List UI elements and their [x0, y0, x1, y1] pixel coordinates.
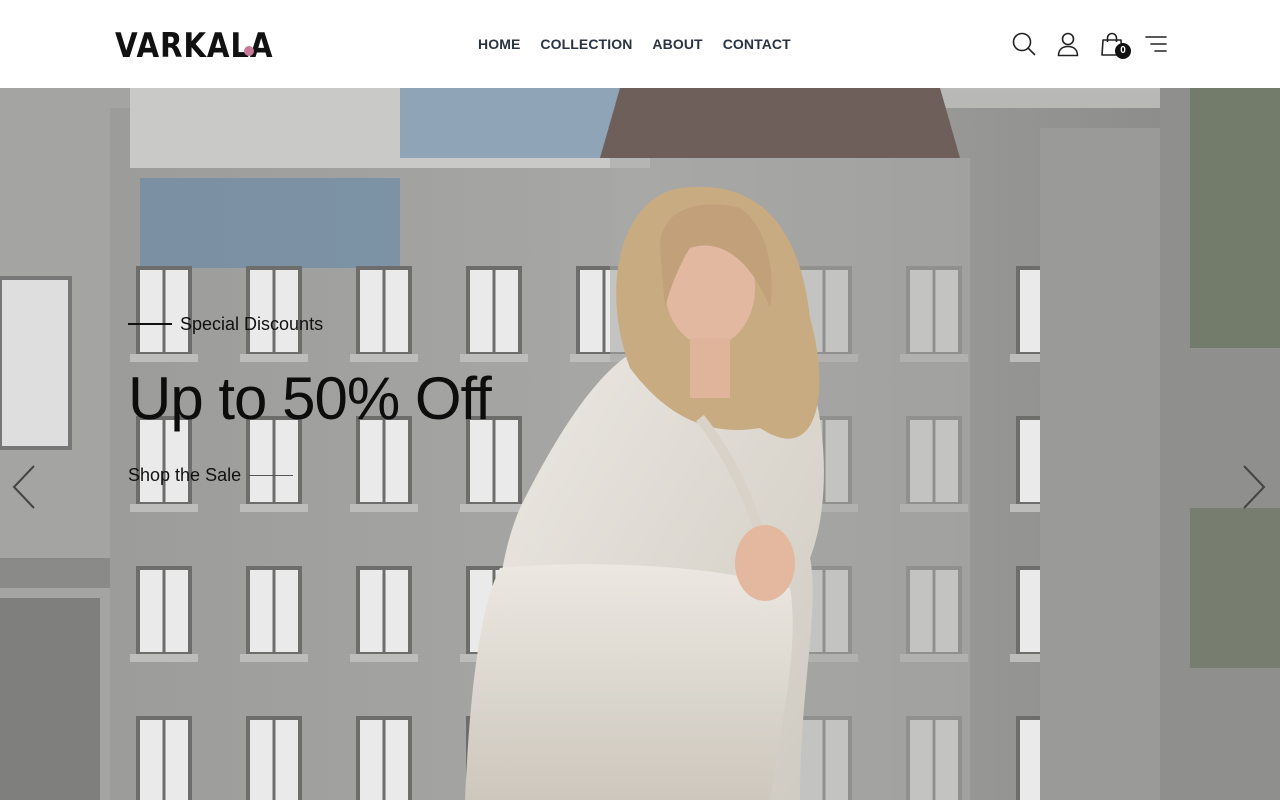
cta-line [249, 474, 294, 476]
nav-item-about[interactable]: ABOUT [642, 33, 712, 55]
hero-headline: Up to 50% Off [128, 365, 492, 432]
nav-item-home[interactable]: HOME [468, 33, 530, 55]
menu-button[interactable] [1140, 28, 1172, 60]
hero-content: Special Discounts Up to 50% Off Shop the… [128, 88, 728, 800]
hero-eyebrow: Special Discounts [128, 312, 323, 336]
account-button[interactable] [1052, 28, 1084, 60]
search-icon [1012, 32, 1036, 56]
slider-next-button[interactable] [1240, 462, 1270, 512]
brand-dot [244, 46, 254, 56]
cart-count-badge: 0 [1115, 43, 1131, 59]
eyebrow-line [128, 323, 172, 325]
brand-logo[interactable]: VARKALA [115, 24, 299, 64]
hero-banner: Special Discounts Up to 50% Off Shop the… [0, 88, 1280, 800]
shop-sale-link[interactable]: Shop the Sale [128, 463, 294, 487]
cart-button[interactable]: 0 [1096, 28, 1131, 60]
search-button[interactable] [1008, 28, 1040, 60]
chevron-right-icon [1243, 465, 1266, 509]
shop-sale-label: Shop the Sale [128, 465, 242, 485]
eyebrow-text: Special Discounts [180, 314, 324, 334]
chevron-left-icon [12, 465, 35, 509]
main-nav: HOME COLLECTION ABOUT CONTACT [468, 33, 801, 55]
slider-prev-button[interactable] [8, 462, 38, 512]
nav-item-collection[interactable]: COLLECTION [530, 33, 642, 55]
header-actions: 0 [1008, 28, 1184, 60]
menu-icon [1145, 36, 1167, 52]
user-icon [1057, 32, 1079, 57]
nav-item-contact[interactable]: CONTACT [713, 33, 801, 55]
site-header: VARKALA HOME COLLECTION ABOUT CONTACT 0 [0, 0, 1280, 88]
